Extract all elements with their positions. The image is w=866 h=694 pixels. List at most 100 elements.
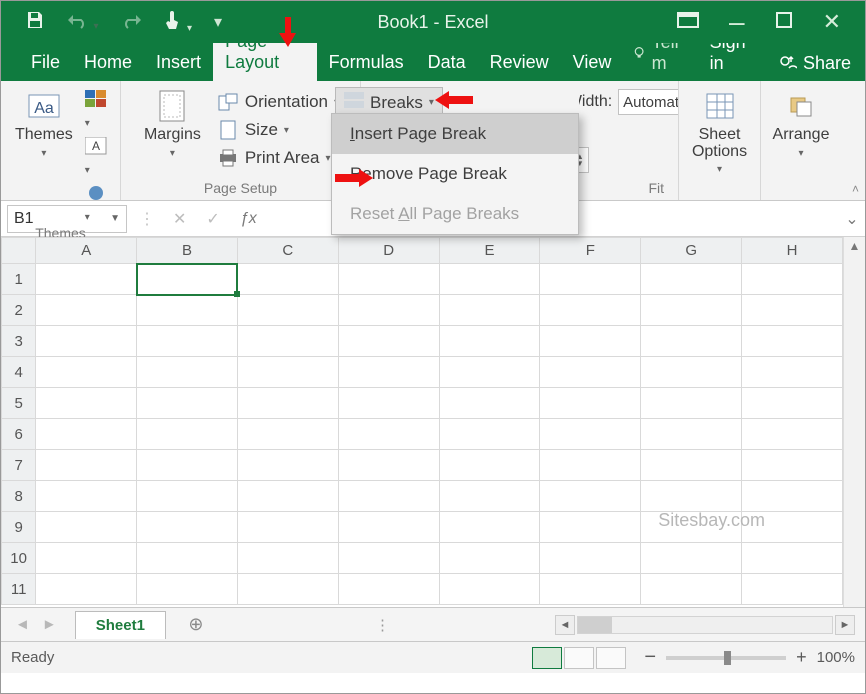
cell[interactable] bbox=[439, 574, 540, 605]
cell[interactable] bbox=[540, 512, 641, 543]
cell[interactable] bbox=[36, 481, 137, 512]
cell[interactable] bbox=[36, 450, 137, 481]
cell[interactable] bbox=[641, 326, 742, 357]
collapse-ribbon-icon[interactable]: ˄ bbox=[852, 182, 859, 196]
cell[interactable] bbox=[742, 295, 843, 326]
cell[interactable] bbox=[641, 388, 742, 419]
cell[interactable] bbox=[742, 450, 843, 481]
cell[interactable] bbox=[439, 543, 540, 574]
maximize-icon[interactable] bbox=[775, 11, 793, 34]
minimize-icon[interactable]: – bbox=[729, 18, 745, 26]
cell[interactable] bbox=[641, 450, 742, 481]
view-page-break-button[interactable] bbox=[596, 647, 626, 669]
cell[interactable] bbox=[641, 574, 742, 605]
cell[interactable] bbox=[742, 419, 843, 450]
tab-file[interactable]: File bbox=[19, 45, 72, 81]
row-header[interactable]: 5 bbox=[2, 388, 36, 419]
zoom-out-button[interactable]: − bbox=[644, 646, 656, 669]
cell[interactable] bbox=[137, 326, 238, 357]
cell[interactable] bbox=[237, 388, 338, 419]
row-header[interactable]: 1 bbox=[2, 264, 36, 295]
save-icon[interactable] bbox=[25, 10, 45, 35]
cell[interactable] bbox=[237, 326, 338, 357]
row-header[interactable]: 9 bbox=[2, 512, 36, 543]
cell[interactable] bbox=[742, 512, 843, 543]
cell[interactable] bbox=[540, 419, 641, 450]
cell[interactable] bbox=[237, 295, 338, 326]
cell[interactable] bbox=[137, 357, 238, 388]
sheet-nav-prev-icon[interactable]: ◄ bbox=[15, 616, 30, 633]
redo-icon[interactable] bbox=[120, 11, 142, 34]
cell[interactable] bbox=[439, 481, 540, 512]
cell[interactable] bbox=[36, 357, 137, 388]
cell[interactable] bbox=[137, 419, 238, 450]
insert-function-icon[interactable]: ƒx bbox=[240, 210, 257, 228]
view-page-layout-button[interactable] bbox=[564, 647, 594, 669]
tab-view[interactable]: View bbox=[561, 45, 624, 81]
enter-formula-icon[interactable]: ✓ bbox=[206, 209, 219, 229]
cell[interactable] bbox=[742, 326, 843, 357]
cell[interactable] bbox=[540, 295, 641, 326]
cell[interactable] bbox=[137, 512, 238, 543]
worksheet-grid[interactable]: ABCDEFGH1234567891011 ▲ Sitesbay.com bbox=[1, 237, 865, 607]
cell[interactable] bbox=[439, 326, 540, 357]
cell[interactable] bbox=[137, 543, 238, 574]
cell[interactable] bbox=[439, 264, 540, 295]
cell[interactable] bbox=[439, 512, 540, 543]
sheet-nav-next-icon[interactable]: ► bbox=[42, 616, 57, 633]
row-header[interactable]: 7 bbox=[2, 450, 36, 481]
customize-qat-icon[interactable]: ▾ bbox=[214, 12, 222, 32]
cell[interactable] bbox=[237, 264, 338, 295]
tab-data[interactable]: Data bbox=[416, 45, 478, 81]
row-header[interactable]: 4 bbox=[2, 357, 36, 388]
cell[interactable] bbox=[237, 450, 338, 481]
cell[interactable] bbox=[36, 512, 137, 543]
undo-icon[interactable]: ▾ bbox=[67, 11, 98, 34]
cell[interactable] bbox=[641, 512, 742, 543]
cell[interactable] bbox=[237, 512, 338, 543]
row-header[interactable]: 8 bbox=[2, 481, 36, 512]
theme-effects-button[interactable]: ▾ bbox=[85, 184, 112, 225]
arrange-button[interactable]: Arrange▾ bbox=[767, 86, 836, 163]
zoom-slider[interactable] bbox=[666, 656, 786, 660]
cell[interactable] bbox=[137, 264, 238, 295]
cell[interactable] bbox=[237, 419, 338, 450]
cell[interactable] bbox=[137, 295, 238, 326]
cell[interactable] bbox=[36, 388, 137, 419]
row-header[interactable]: 10 bbox=[2, 543, 36, 574]
cell[interactable] bbox=[36, 326, 137, 357]
zoom-level[interactable]: 100% bbox=[817, 649, 855, 666]
cell[interactable] bbox=[540, 450, 641, 481]
column-header[interactable]: H bbox=[742, 238, 843, 264]
horizontal-scrollbar[interactable]: ◄ ► bbox=[555, 615, 855, 635]
column-header[interactable]: C bbox=[237, 238, 338, 264]
margins-button[interactable]: Margins ▾ bbox=[138, 86, 207, 163]
cell[interactable] bbox=[439, 295, 540, 326]
close-icon[interactable]: ✕ bbox=[823, 9, 841, 35]
cell[interactable] bbox=[439, 388, 540, 419]
touch-mode-icon[interactable]: ▾ bbox=[164, 9, 191, 36]
cell[interactable] bbox=[338, 512, 439, 543]
cell[interactable] bbox=[237, 543, 338, 574]
cell[interactable] bbox=[540, 543, 641, 574]
cell[interactable] bbox=[641, 543, 742, 574]
orientation-button[interactable]: Orientation▾ bbox=[213, 90, 343, 114]
tab-home[interactable]: Home bbox=[72, 45, 144, 81]
theme-colors-button[interactable]: ▾ bbox=[85, 90, 112, 131]
cell[interactable] bbox=[36, 264, 137, 295]
cell[interactable] bbox=[641, 264, 742, 295]
column-header[interactable]: A bbox=[36, 238, 137, 264]
sheet-tab-sheet1[interactable]: Sheet1 bbox=[75, 611, 166, 639]
cell[interactable] bbox=[137, 481, 238, 512]
cell[interactable] bbox=[237, 574, 338, 605]
cell[interactable] bbox=[540, 574, 641, 605]
select-all-cell[interactable] bbox=[2, 238, 36, 264]
cell[interactable] bbox=[641, 419, 742, 450]
cell[interactable] bbox=[641, 357, 742, 388]
cell[interactable] bbox=[742, 264, 843, 295]
cell[interactable] bbox=[742, 357, 843, 388]
column-header[interactable]: E bbox=[439, 238, 540, 264]
cell[interactable] bbox=[439, 450, 540, 481]
width-select[interactable]: Automatic▾ bbox=[618, 89, 679, 115]
cell[interactable] bbox=[237, 481, 338, 512]
